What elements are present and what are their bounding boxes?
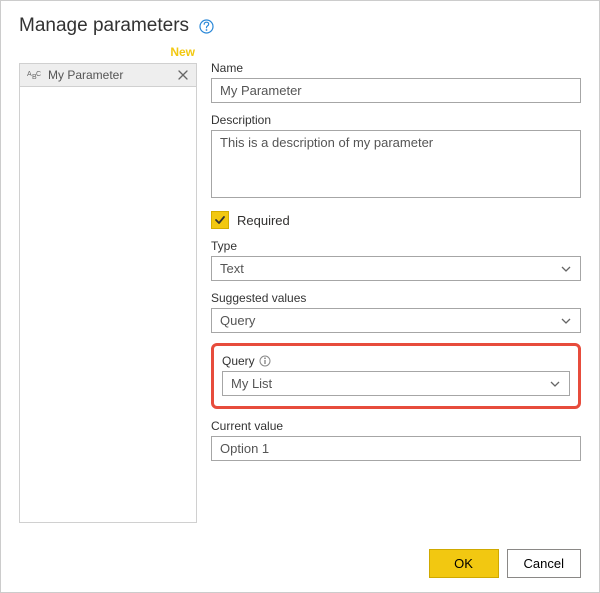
description-label: Description <box>211 113 581 127</box>
suggested-values-select-value: Query <box>220 313 255 328</box>
query-label: Query <box>222 354 570 368</box>
required-field: Required <box>211 211 581 229</box>
new-parameter-link[interactable]: New <box>19 43 197 63</box>
current-value-field: Current value <box>211 419 581 461</box>
suggested-values-select[interactable]: Query <box>211 308 581 333</box>
dialog-header: Manage parameters <box>19 15 581 37</box>
type-label: Type <box>211 239 581 253</box>
current-value-input[interactable] <box>211 436 581 461</box>
svg-text:C: C <box>36 71 41 78</box>
dialog-title: Manage parameters <box>19 15 189 37</box>
current-value-label: Current value <box>211 419 581 433</box>
ok-button[interactable]: OK <box>429 549 499 578</box>
parameter-sidebar: New A B C My Parameter <box>19 43 197 523</box>
help-icon[interactable] <box>199 19 214 34</box>
query-select[interactable]: My List <box>222 371 570 396</box>
required-checkbox[interactable] <box>211 211 229 229</box>
info-icon[interactable] <box>259 355 271 367</box>
name-label: Name <box>211 61 581 75</box>
description-input[interactable] <box>211 130 581 198</box>
description-field: Description <box>211 113 581 201</box>
parameter-item-name: My Parameter <box>48 68 170 82</box>
parameter-list-item[interactable]: A B C My Parameter <box>20 64 196 87</box>
name-input[interactable] <box>211 78 581 103</box>
suggested-values-label: Suggested values <box>211 291 581 305</box>
parameter-type-icon: A B C <box>26 68 42 82</box>
type-select-value: Text <box>220 261 244 276</box>
delete-parameter-icon[interactable] <box>176 70 190 80</box>
suggested-values-field: Suggested values Query <box>211 291 581 333</box>
query-select-value: My List <box>231 376 272 391</box>
type-field: Type Text <box>211 239 581 281</box>
dialog-footer: OK Cancel <box>429 549 581 578</box>
query-label-text: Query <box>222 354 255 368</box>
chevron-down-icon <box>560 315 572 327</box>
chevron-down-icon <box>560 263 572 275</box>
query-field: Query My List <box>222 354 570 396</box>
dialog-body: New A B C My Parameter <box>19 43 581 523</box>
type-select[interactable]: Text <box>211 256 581 281</box>
parameter-form: Name Description Required Type Text <box>211 43 581 523</box>
chevron-down-icon <box>549 378 561 390</box>
manage-parameters-dialog: Manage parameters New A B C <box>0 0 600 593</box>
query-highlight: Query My List <box>211 343 581 409</box>
parameter-list: A B C My Parameter <box>19 63 197 523</box>
required-label: Required <box>237 213 290 228</box>
cancel-button[interactable]: Cancel <box>507 549 581 578</box>
name-field: Name <box>211 61 581 103</box>
